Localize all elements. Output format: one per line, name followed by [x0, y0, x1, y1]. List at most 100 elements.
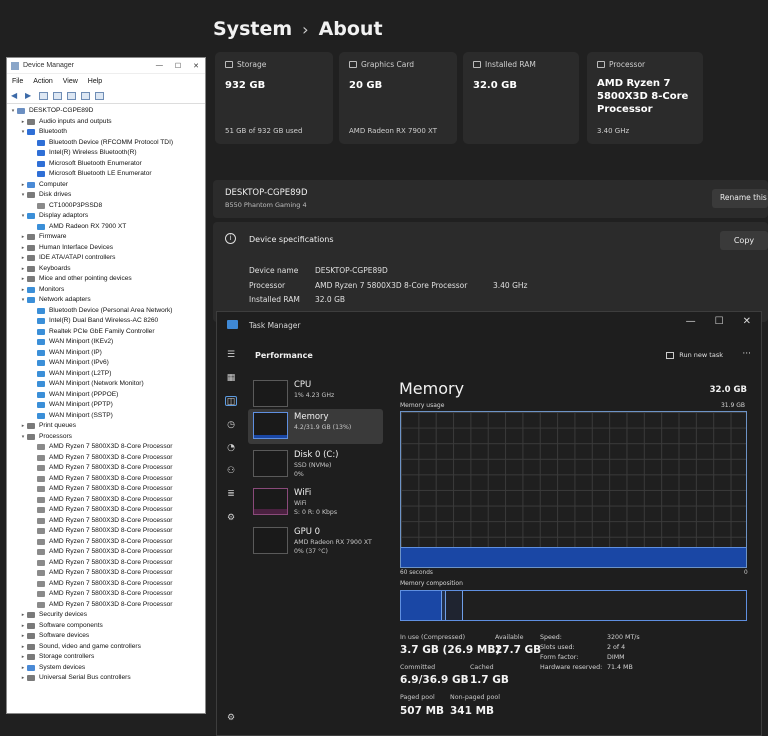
task-manager-titlebar[interactable]: Task Manager — ☐ ✕: [217, 312, 761, 338]
settings-gear-icon[interactable]: ⚙: [225, 713, 237, 723]
menu-file[interactable]: File: [12, 78, 23, 85]
device-item[interactable]: AMD Ryzen 7 5800X3D 8-Core Processor: [7, 526, 205, 537]
rename-pc-button[interactable]: Rename this: [712, 189, 768, 208]
device-item[interactable]: WAN Miniport (Network Monitor): [7, 379, 205, 390]
expand-chevron-icon[interactable]: ▸: [19, 243, 27, 254]
expand-chevron-icon[interactable]: ▸: [19, 631, 27, 642]
performance-icon[interactable]: ◫: [225, 396, 237, 407]
device-category[interactable]: ▸ Software devices: [7, 631, 205, 642]
collapse-chevron-icon[interactable]: ▾: [19, 432, 27, 443]
expand-chevron-icon[interactable]: ▸: [19, 421, 27, 432]
monitor-icon[interactable]: [95, 91, 104, 100]
device-category[interactable]: ▸ System devices: [7, 663, 205, 674]
device-item[interactable]: WAN Miniport (IP): [7, 348, 205, 359]
device-item[interactable]: WAN Miniport (L2TP): [7, 369, 205, 380]
device-category[interactable]: ▸ Security devices: [7, 610, 205, 621]
maximize-icon[interactable]: ☐: [175, 62, 181, 70]
help-icon[interactable]: [67, 91, 76, 100]
computer-root[interactable]: ▾ DESKTOP-CGPE89D: [7, 106, 205, 117]
users-icon[interactable]: ⚇: [225, 466, 237, 476]
device-item[interactable]: AMD Ryzen 7 5800X3D 8-Core Processor: [7, 547, 205, 558]
device-item[interactable]: AMD Radeon RX 7900 XT: [7, 222, 205, 233]
device-category[interactable]: ▾ Processors: [7, 432, 205, 443]
device-item[interactable]: Intel(R) Wireless Bluetooth(R): [7, 148, 205, 159]
menu-view[interactable]: View: [63, 78, 78, 85]
device-item[interactable]: WAN Miniport (IPv6): [7, 358, 205, 369]
graphics-card[interactable]: Graphics Card 20 GB AMD Radeon RX 7900 X…: [339, 52, 457, 144]
details-icon[interactable]: ≣: [225, 489, 237, 499]
device-item[interactable]: AMD Ryzen 7 5800X3D 8-Core Processor: [7, 589, 205, 600]
menu-help[interactable]: Help: [88, 78, 102, 85]
device-category[interactable]: ▸ Print queues: [7, 421, 205, 432]
device-manager-titlebar[interactable]: Device Manager — ☐ ✕: [7, 58, 205, 74]
startup-apps-icon[interactable]: ◔: [225, 443, 237, 453]
menu-action[interactable]: Action: [33, 78, 52, 85]
collapse-chevron-icon[interactable]: ▾: [9, 106, 17, 117]
expand-chevron-icon[interactable]: ▸: [19, 264, 27, 275]
device-category[interactable]: ▸ Firmware: [7, 232, 205, 243]
sidebar-item-wifi[interactable]: WiFi WiFi S: 0 R: 0 Kbps: [248, 485, 383, 520]
device-item[interactable]: Bluetooth Device (RFCOMM Protocol TDI): [7, 138, 205, 149]
hamburger-icon[interactable]: ☰: [225, 350, 237, 360]
collapse-chevron-icon[interactable]: ▾: [19, 211, 27, 222]
scan-hardware-icon[interactable]: [81, 91, 90, 100]
storage-card[interactable]: Storage 932 GB 51 GB of 932 GB used: [215, 52, 333, 144]
device-item[interactable]: AMD Ryzen 7 5800X3D 8-Core Processor: [7, 516, 205, 527]
expand-chevron-icon[interactable]: ▸: [19, 673, 27, 684]
device-item[interactable]: AMD Ryzen 7 5800X3D 8-Core Processor: [7, 495, 205, 506]
back-icon[interactable]: ◀: [11, 91, 20, 100]
device-item[interactable]: WAN Miniport (PPTP): [7, 400, 205, 411]
device-category[interactable]: ▸ Monitors: [7, 285, 205, 296]
close-icon[interactable]: ✕: [193, 62, 199, 70]
close-icon[interactable]: ✕: [743, 316, 751, 327]
device-item[interactable]: WAN Miniport (PPPOE): [7, 390, 205, 401]
processes-icon[interactable]: ▦: [225, 373, 237, 383]
device-item[interactable]: AMD Ryzen 7 5800X3D 8-Core Processor: [7, 474, 205, 485]
device-category[interactable]: ▸ Computer: [7, 180, 205, 191]
device-item[interactable]: Microsoft Bluetooth Enumerator: [7, 159, 205, 170]
device-item[interactable]: AMD Ryzen 7 5800X3D 8-Core Processor: [7, 579, 205, 590]
device-item[interactable]: AMD Ryzen 7 5800X3D 8-Core Processor: [7, 568, 205, 579]
expand-chevron-icon[interactable]: ▸: [19, 652, 27, 663]
collapse-chevron-icon[interactable]: ▾: [19, 127, 27, 138]
device-item[interactable]: AMD Ryzen 7 5800X3D 8-Core Processor: [7, 600, 205, 611]
collapse-chevron-icon[interactable]: ▾: [19, 295, 27, 306]
device-category[interactable]: ▸ IDE ATA/ATAPI controllers: [7, 253, 205, 264]
device-category[interactable]: ▸ Audio inputs and outputs: [7, 117, 205, 128]
minimize-icon[interactable]: —: [156, 62, 163, 70]
device-item[interactable]: Intel(R) Dual Band Wireless-AC 8260: [7, 316, 205, 327]
expand-chevron-icon[interactable]: ▸: [19, 610, 27, 621]
expand-chevron-icon[interactable]: ▸: [19, 621, 27, 632]
sidebar-item-memory[interactable]: Memory 4.2/31.9 GB (13%): [248, 409, 383, 444]
device-category[interactable]: ▸ Human Interface Devices: [7, 243, 205, 254]
device-category[interactable]: ▸ Storage controllers: [7, 652, 205, 663]
device-category[interactable]: ▸ Software components: [7, 621, 205, 632]
properties-icon[interactable]: [39, 91, 48, 100]
ram-card[interactable]: Installed RAM 32.0 GB: [463, 52, 579, 144]
update-driver-icon[interactable]: [53, 91, 62, 100]
device-item[interactable]: CT1000P3PSSD8: [7, 201, 205, 212]
copy-button[interactable]: Copy: [720, 231, 768, 250]
services-icon[interactable]: ⚙: [225, 513, 237, 523]
collapse-chevron-icon[interactable]: ▾: [19, 190, 27, 201]
sidebar-item-gpu[interactable]: GPU 0 AMD Radeon RX 7900 XT 0% (37 °C): [248, 524, 383, 559]
expand-chevron-icon[interactable]: ▸: [19, 232, 27, 243]
breadcrumb-system[interactable]: System: [213, 18, 292, 40]
device-item[interactable]: Microsoft Bluetooth LE Enumerator: [7, 169, 205, 180]
app-history-icon[interactable]: ◷: [225, 420, 237, 430]
expand-chevron-icon[interactable]: ▸: [19, 180, 27, 191]
device-item[interactable]: AMD Ryzen 7 5800X3D 8-Core Processor: [7, 453, 205, 464]
run-new-task-button[interactable]: Run new task: [666, 351, 723, 359]
device-category[interactable]: ▾ Network adapters: [7, 295, 205, 306]
expand-chevron-icon[interactable]: ▸: [19, 253, 27, 264]
expand-chevron-icon[interactable]: ▸: [19, 285, 27, 296]
device-category[interactable]: ▸ Mice and other pointing devices: [7, 274, 205, 285]
device-category[interactable]: ▸ Keyboards: [7, 264, 205, 275]
expand-chevron-icon[interactable]: ▸: [19, 117, 27, 128]
device-category[interactable]: ▾ Disk drives: [7, 190, 205, 201]
more-options-icon[interactable]: ···: [742, 349, 751, 359]
device-category[interactable]: ▾ Display adaptors: [7, 211, 205, 222]
device-item[interactable]: AMD Ryzen 7 5800X3D 8-Core Processor: [7, 505, 205, 516]
device-item[interactable]: Realtek PCIe GbE Family Controller: [7, 327, 205, 338]
forward-icon[interactable]: ▶: [25, 91, 34, 100]
